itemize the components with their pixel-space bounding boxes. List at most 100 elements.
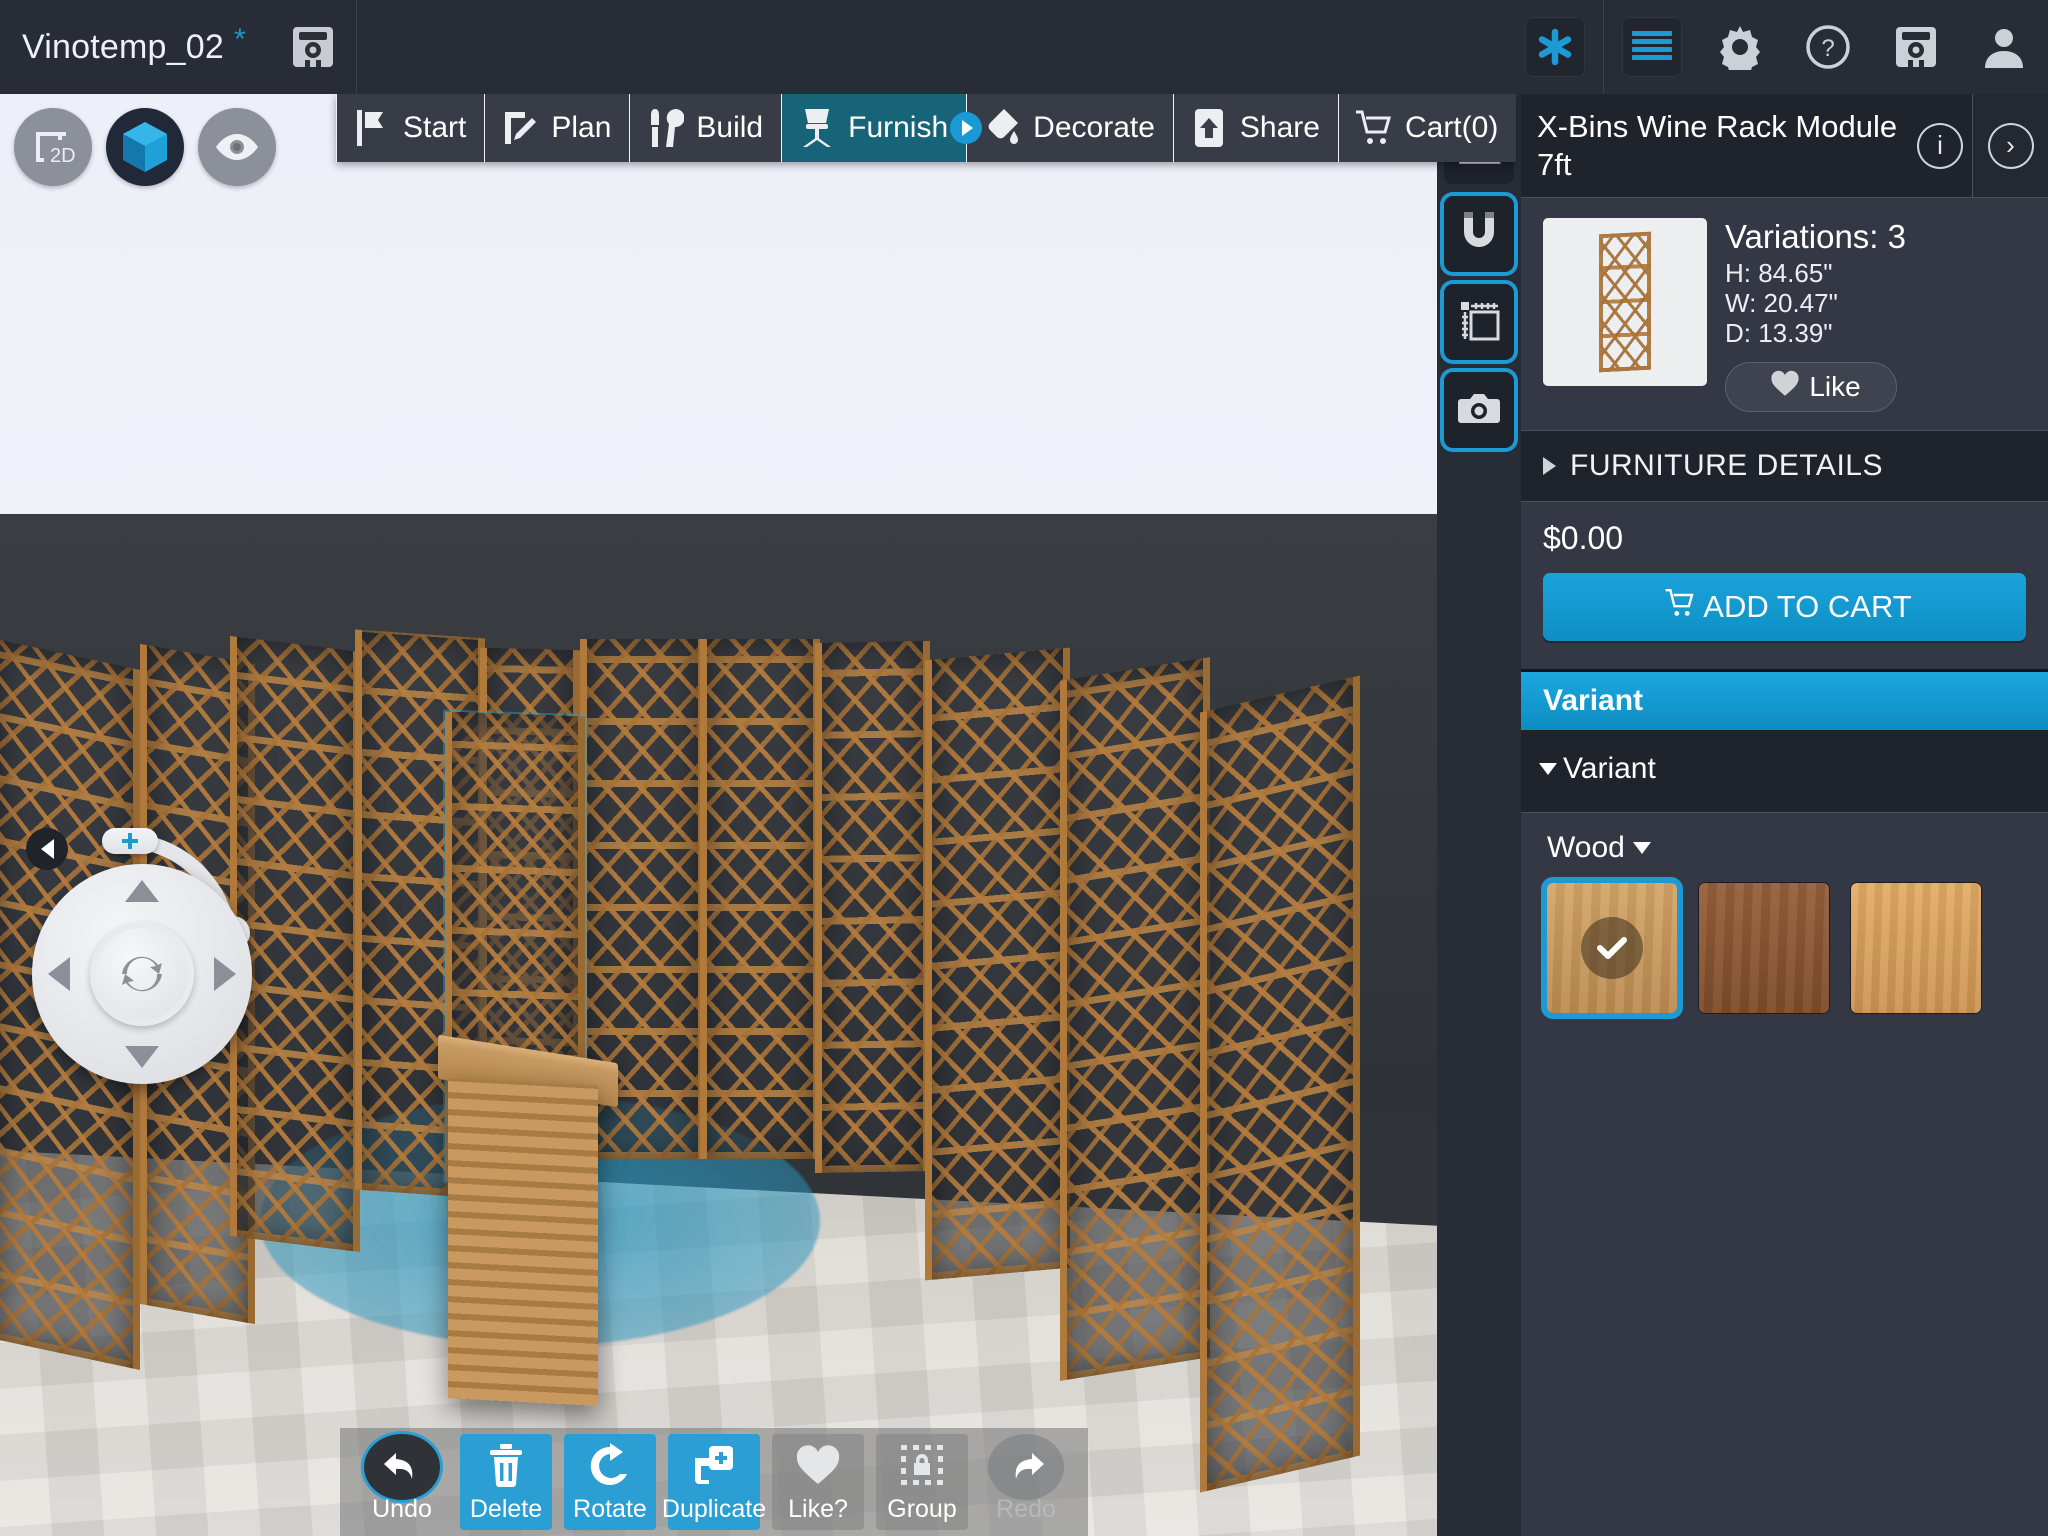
pan-up-button[interactable] bbox=[125, 880, 159, 902]
rotate-center-icon[interactable] bbox=[90, 922, 194, 1026]
tools-icon bbox=[644, 105, 686, 151]
user-account-icon[interactable] bbox=[1974, 17, 2034, 77]
group-label: Group bbox=[887, 1495, 957, 1523]
product-meta: Variations: 3 H: 84.65" W: 20.47" D: 13.… bbox=[1707, 218, 1906, 412]
panel-like-label: Like bbox=[1809, 371, 1861, 402]
wine-rack-module[interactable] bbox=[815, 640, 930, 1174]
undo-label: Undo bbox=[372, 1495, 432, 1523]
wood-swatch-1[interactable] bbox=[1547, 883, 1677, 1013]
tab-plan[interactable]: Plan bbox=[485, 94, 631, 162]
undo-button[interactable]: Undo bbox=[356, 1434, 448, 1530]
gear-icon[interactable] bbox=[1710, 17, 1770, 77]
variant-subsection[interactable]: Variant bbox=[1521, 730, 2048, 813]
save-disk-icon[interactable] bbox=[286, 20, 340, 74]
view-2d-button[interactable]: 2D bbox=[14, 108, 92, 186]
tab-build[interactable]: Build bbox=[630, 94, 783, 162]
wood-dropdown[interactable]: Wood bbox=[1547, 831, 2026, 865]
tab-decorate[interactable]: Decorate bbox=[967, 94, 1174, 162]
heart-icon bbox=[1770, 370, 1800, 404]
camera-tool[interactable] bbox=[1444, 372, 1514, 448]
wine-rack-module[interactable] bbox=[700, 639, 820, 1159]
wine-counter-base[interactable] bbox=[448, 1078, 598, 1406]
rotate-button[interactable]: Rotate bbox=[564, 1434, 656, 1530]
group-button[interactable]: Group bbox=[876, 1434, 968, 1530]
product-depth: D: 13.39" bbox=[1725, 318, 1833, 348]
like-button[interactable]: Like? bbox=[772, 1434, 864, 1530]
panel-next-button[interactable]: › bbox=[1972, 94, 2048, 197]
ruler-box-icon bbox=[1457, 298, 1501, 347]
wine-rack-module[interactable] bbox=[1200, 675, 1360, 1493]
asterisk-icon[interactable] bbox=[1525, 17, 1585, 77]
help-icon[interactable]: ? bbox=[1798, 17, 1858, 77]
eye-icon bbox=[216, 134, 258, 160]
view-eye-button[interactable] bbox=[198, 108, 276, 186]
tab-decorate-label: Decorate bbox=[1033, 111, 1155, 144]
wine-rack-module[interactable] bbox=[925, 647, 1070, 1281]
camera-pan-pad[interactable] bbox=[32, 864, 252, 1084]
cart-icon bbox=[1663, 587, 1697, 627]
furnish-next-arrow-icon[interactable] bbox=[950, 112, 983, 144]
tab-cart[interactable]: Cart(0) bbox=[1339, 94, 1516, 162]
dimension-tool[interactable] bbox=[1444, 284, 1514, 360]
camera-navigation-widget[interactable] bbox=[18, 804, 258, 1084]
svg-text:2D: 2D bbox=[50, 145, 76, 167]
variant-section-label: Variant bbox=[1543, 684, 1644, 717]
tab-furnish[interactable]: Furnish bbox=[782, 94, 983, 162]
wood-swatch-2[interactable] bbox=[1699, 883, 1829, 1013]
svg-text:?: ? bbox=[1821, 35, 1834, 62]
group-lock-icon bbox=[898, 1442, 946, 1493]
heart-icon bbox=[795, 1444, 841, 1491]
panel-product-summary: Variations: 3 H: 84.65" W: 20.47" D: 13.… bbox=[1521, 198, 2048, 430]
document-title: Vinotemp_02 bbox=[22, 27, 224, 66]
pan-down-button[interactable] bbox=[125, 1046, 159, 1068]
variant-subsection-label: Variant bbox=[1563, 752, 1656, 785]
delete-label: Delete bbox=[469, 1495, 543, 1523]
3d-viewport[interactable] bbox=[0, 94, 1437, 1536]
trash-icon bbox=[486, 1442, 526, 1493]
add-to-cart-button[interactable]: ADD TO CART bbox=[1543, 573, 2026, 641]
duplicate-label: Duplicate bbox=[661, 1495, 767, 1523]
pan-right-button[interactable] bbox=[214, 957, 236, 991]
panel-header: X-Bins Wine Rack Module 7ft i › bbox=[1521, 94, 2048, 198]
variant-section-header[interactable]: Variant bbox=[1521, 669, 2048, 730]
collapse-left-icon[interactable] bbox=[26, 828, 68, 870]
main-navigation-tabs: Start Plan Build Furnish Decorate Share … bbox=[336, 94, 1517, 162]
undo-arrow-icon bbox=[364, 1434, 440, 1500]
tab-cart-label: Cart(0) bbox=[1404, 111, 1499, 144]
expand-triangle-icon bbox=[1543, 457, 1556, 475]
redo-button[interactable]: Redo bbox=[980, 1434, 1072, 1530]
furniture-details-label: FURNITURE DETAILS bbox=[1570, 449, 1883, 482]
duplicate-button[interactable]: Duplicate bbox=[662, 1434, 766, 1530]
product-height: H: 84.65" bbox=[1725, 258, 1833, 288]
save-project-icon[interactable] bbox=[1886, 17, 1946, 77]
tab-build-label: Build bbox=[696, 111, 764, 144]
wine-rack-module[interactable] bbox=[1060, 657, 1210, 1381]
menu-icon[interactable] bbox=[1622, 17, 1682, 77]
price-block: $0.00 ADD TO CART bbox=[1521, 502, 2048, 663]
info-icon[interactable]: i bbox=[1917, 123, 1963, 169]
object-action-toolbar[interactable]: Undo Delete Rotate Duplicate Like? Group… bbox=[340, 1428, 1088, 1536]
paint-icon bbox=[981, 105, 1023, 151]
snap-tool[interactable] bbox=[1444, 196, 1514, 272]
panel-product-title: X-Bins Wine Rack Module 7ft bbox=[1537, 109, 1898, 182]
wood-dropdown-label: Wood bbox=[1547, 831, 1625, 864]
flag-icon bbox=[351, 105, 393, 151]
furniture-details-section[interactable]: FURNITURE DETAILS bbox=[1521, 430, 2048, 502]
tab-start[interactable]: Start bbox=[336, 94, 486, 162]
top-bar: Vinotemp_02 * ? bbox=[0, 0, 2048, 94]
delete-button[interactable]: Delete bbox=[460, 1434, 552, 1530]
tab-share-label: Share bbox=[1239, 111, 1320, 144]
pan-left-button[interactable] bbox=[48, 957, 70, 991]
chevron-right-icon[interactable]: › bbox=[1988, 123, 2034, 169]
panel-like-button[interactable]: Like bbox=[1725, 362, 1897, 412]
product-price: $0.00 bbox=[1543, 520, 1624, 556]
redo-arrow-icon bbox=[988, 1434, 1064, 1500]
unsaved-indicator: * bbox=[233, 23, 246, 56]
furniture-detail-panel: X-Bins Wine Rack Module 7ft i › Variatio… bbox=[1521, 94, 2048, 1536]
product-thumbnail[interactable] bbox=[1543, 218, 1707, 386]
view-3d-button[interactable] bbox=[106, 108, 184, 186]
tab-share[interactable]: Share bbox=[1174, 94, 1339, 162]
chair-icon bbox=[796, 105, 838, 151]
wood-swatch-3[interactable] bbox=[1851, 883, 1981, 1013]
zoom-in-button[interactable] bbox=[102, 828, 158, 854]
